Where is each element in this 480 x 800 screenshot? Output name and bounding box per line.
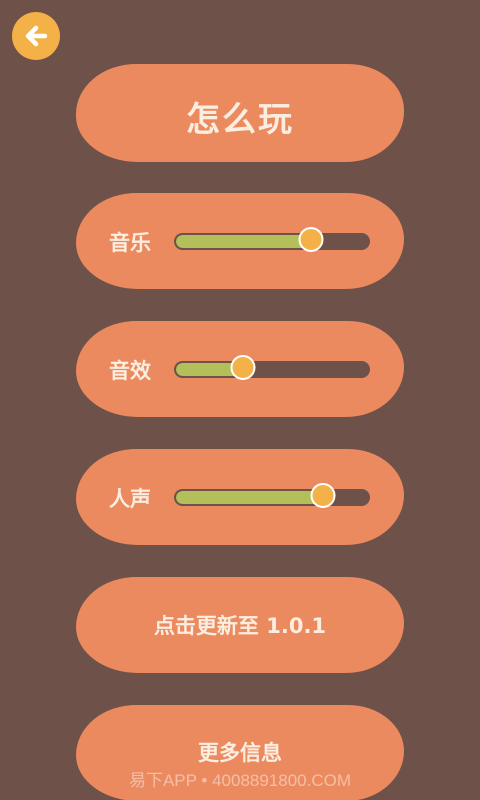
- how-to-play-label: 怎么玩: [186, 100, 294, 140]
- music-label: 音乐: [109, 231, 151, 255]
- voice-label: 人声: [109, 487, 151, 511]
- voice-slider-knob[interactable]: [310, 483, 336, 508]
- back-button[interactable]: [12, 12, 60, 60]
- music-volume-panel: 音乐: [76, 193, 404, 289]
- music-slider[interactable]: [174, 227, 370, 252]
- arrow-left-icon: [25, 25, 48, 47]
- more-info-label: 更多信息: [198, 741, 282, 765]
- sound-effects-slider[interactable]: [174, 355, 370, 380]
- voice-slider[interactable]: [174, 483, 370, 508]
- music-slider-fill: [176, 235, 311, 248]
- update-button[interactable]: 点击更新至 1.0.1: [76, 577, 404, 673]
- sound-effects-slider-knob[interactable]: [230, 355, 256, 380]
- settings-screen: 怎么玩 音乐 音效 人声 点击更新至 1.0.1 更多信息 易下APP • 40…: [0, 0, 480, 800]
- sound-effects-label: 音效: [109, 359, 151, 383]
- voice-slider-fill: [176, 491, 322, 504]
- how-to-play-button[interactable]: 怎么玩: [76, 64, 404, 162]
- sound-effects-volume-panel: 音效: [76, 321, 404, 417]
- voice-volume-panel: 人声: [76, 449, 404, 545]
- update-label: 点击更新至 1.0.1: [153, 614, 327, 638]
- music-slider-knob[interactable]: [298, 227, 324, 252]
- watermark-text: 易下APP • 4008891800.COM: [128, 771, 352, 790]
